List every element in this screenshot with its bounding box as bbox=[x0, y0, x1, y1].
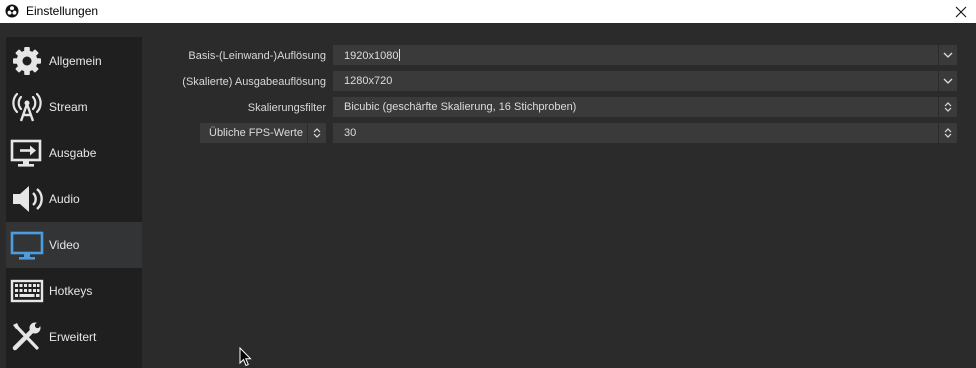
output-resolution-value: 1280x720 bbox=[344, 75, 393, 87]
sidebar-item-audio[interactable]: Audio bbox=[6, 176, 142, 222]
keyboard-icon bbox=[10, 279, 44, 303]
sidebar-item-label: Stream bbox=[49, 100, 88, 114]
chevron-down-icon bbox=[943, 78, 953, 84]
speaker-icon bbox=[13, 186, 43, 212]
base-resolution-label: Basis-(Leinwand-)Auflösung bbox=[188, 50, 326, 62]
settings-sidebar: Allgemein Stream Ausgabe Audio Video Hot… bbox=[6, 37, 142, 368]
title-bar: Einstellungen bbox=[0, 0, 976, 23]
updown-arrows-icon bbox=[313, 128, 321, 138]
base-resolution-value: 1920x1080 bbox=[344, 50, 399, 62]
sidebar-item-label: Erweitert bbox=[49, 330, 97, 344]
sidebar-item-label: Ausgabe bbox=[49, 146, 97, 160]
downscale-filter-label: Skalierungsfilter bbox=[247, 102, 326, 114]
sidebar-item-label: Video bbox=[49, 238, 80, 252]
base-resolution-dropdown-button[interactable] bbox=[938, 45, 957, 65]
text-caret bbox=[399, 49, 401, 61]
sidebar-item-stream[interactable]: Stream bbox=[6, 84, 142, 130]
wrench-icon bbox=[12, 322, 41, 351]
sidebar-item-hotkeys[interactable]: Hotkeys bbox=[6, 268, 142, 314]
chevron-down-icon bbox=[943, 52, 953, 58]
fps-value: 30 bbox=[344, 127, 357, 139]
close-icon bbox=[955, 6, 967, 17]
mouse-cursor-icon bbox=[239, 347, 252, 367]
sidebar-item-erweitert[interactable]: Erweitert bbox=[6, 314, 142, 360]
sidebar-item-label: Hotkeys bbox=[49, 284, 93, 298]
updown-arrows-icon bbox=[944, 102, 952, 112]
gear-icon bbox=[13, 47, 41, 75]
sidebar-item-ausgabe[interactable]: Ausgabe bbox=[6, 130, 142, 176]
monitor-icon bbox=[10, 231, 44, 260]
fps-type-select[interactable]: Übliche FPS-Werte bbox=[200, 123, 326, 143]
output-resolution-combobox[interactable]: 1280x720 bbox=[333, 71, 957, 91]
window-title: Einstellungen bbox=[26, 4, 99, 18]
close-button[interactable] bbox=[946, 0, 976, 23]
downscale-filter-value: Bicubic (geschärfte Skalierung, 16 Stich… bbox=[344, 101, 577, 113]
downscale-filter-spinner[interactable] bbox=[938, 97, 957, 117]
sidebar-item-label: Allgemein bbox=[49, 54, 102, 68]
fps-value-select[interactable]: 30 bbox=[333, 123, 957, 143]
updown-arrows-icon bbox=[944, 128, 952, 138]
fps-type-value: Übliche FPS-Werte bbox=[209, 127, 303, 139]
output-icon bbox=[10, 139, 42, 167]
sidebar-item-video[interactable]: Video bbox=[6, 222, 142, 268]
sidebar-item-allgemein[interactable]: Allgemein bbox=[6, 38, 142, 84]
fps-type-spinner[interactable] bbox=[307, 123, 326, 143]
fps-value-spinner[interactable] bbox=[938, 123, 957, 143]
downscale-filter-select[interactable]: Bicubic (geschärfte Skalierung, 16 Stich… bbox=[333, 97, 957, 117]
output-resolution-label: (Skalierte) Ausgabeauflösung bbox=[182, 76, 326, 88]
base-resolution-combobox[interactable]: 1920x1080 bbox=[333, 45, 957, 65]
sidebar-item-label: Audio bbox=[49, 192, 80, 206]
output-resolution-dropdown-button[interactable] bbox=[938, 71, 957, 91]
broadcast-icon bbox=[12, 92, 42, 122]
obs-logo-icon bbox=[5, 4, 19, 18]
